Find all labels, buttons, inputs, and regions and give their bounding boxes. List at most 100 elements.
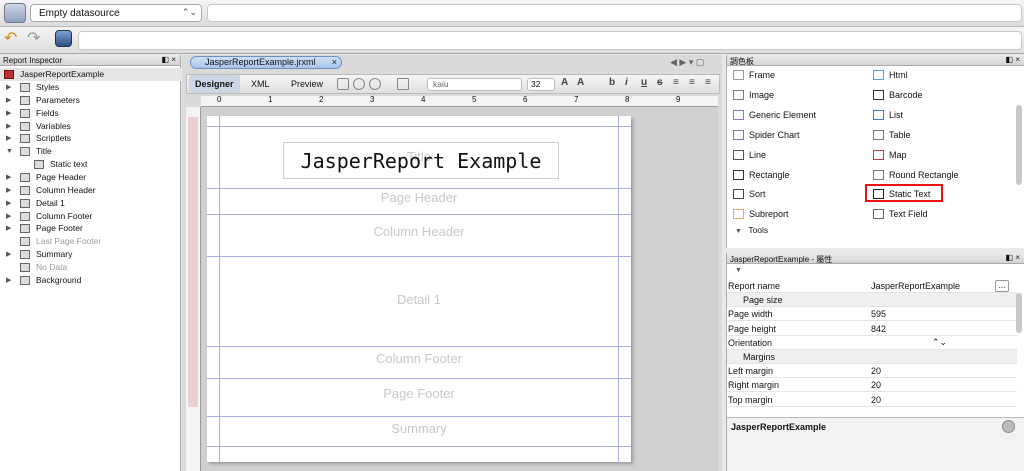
tree-item[interactable]: ▶ Column Header: [0, 184, 181, 197]
editor-tab[interactable]: JasperReportExample.jrxml ×: [190, 56, 342, 69]
tree-item[interactable]: ▶ Parameters: [0, 94, 181, 107]
tree-item[interactable]: ▶ Variables: [0, 120, 181, 133]
report-inspector-title: Report Inspector: [3, 56, 63, 65]
chevron-right-icon[interactable]: ▶: [6, 81, 11, 94]
tree-item[interactable]: ▶ Page Footer: [0, 222, 181, 235]
font-size-value: 32: [531, 79, 541, 89]
tree-item[interactable]: ▼ Title: [0, 145, 181, 158]
chevron-right-icon[interactable]: ▶: [6, 210, 11, 223]
align-right-icon[interactable]: ≡: [705, 77, 711, 88]
property-row[interactable]: Page height 842: [727, 322, 1017, 336]
chevron-right-icon[interactable]: ▶: [6, 274, 11, 287]
chevron-right-icon[interactable]: ▶: [6, 94, 11, 107]
properties-icon[interactable]: [397, 78, 409, 90]
italic-icon[interactable]: i: [625, 77, 628, 88]
tree-item[interactable]: ▶ Scriptlets: [0, 132, 181, 145]
tree-item[interactable]: ▶ Styles: [0, 81, 181, 94]
property-row[interactable]: Right margin 20: [727, 378, 1017, 393]
tab-xml[interactable]: XML: [245, 75, 276, 93]
chevron-right-icon[interactable]: ▶: [6, 197, 11, 210]
property-row[interactable]: Margins: [727, 350, 1017, 364]
tree-item[interactable]: No Data: [0, 261, 181, 274]
redo-icon[interactable]: ↷: [27, 30, 49, 50]
property-row[interactable]: Page size: [727, 293, 1017, 308]
band-label: Column Header: [373, 224, 465, 239]
band-divider[interactable]: [207, 416, 631, 417]
band-icon: [20, 198, 30, 208]
datasource-icon[interactable]: [4, 3, 26, 23]
palette-item-label: List: [889, 109, 904, 120]
property-row[interactable]: Page width 595: [727, 307, 1017, 322]
zoom-in-icon[interactable]: [353, 78, 365, 90]
tree-item[interactable]: ▶ Column Footer: [0, 210, 181, 223]
font-family-select[interactable]: kaiu: [427, 78, 522, 91]
band-divider[interactable]: [207, 378, 631, 379]
chevron-right-icon[interactable]: ▶: [6, 107, 11, 120]
properties-scrollbar[interactable]: [1016, 293, 1022, 333]
strikethrough-icon[interactable]: s: [657, 77, 663, 88]
horizontal-ruler: 0 1 2 3 4 5 6 7 8 9: [201, 95, 718, 107]
tree-item[interactable]: ▶ Page Header: [0, 171, 181, 184]
title-static-text[interactable]: JasperReport Example: [283, 142, 559, 179]
font-grow-icon[interactable]: A: [561, 77, 568, 88]
panel-controls[interactable]: ◧ ×: [162, 55, 176, 64]
datasource-select[interactable]: Empty datasource ⌃⌄: [30, 4, 202, 22]
tree-item-label: Page Footer: [36, 223, 83, 234]
property-row[interactable]: Report name JasperReportExample: [727, 279, 1017, 293]
tab-preview[interactable]: Preview: [285, 75, 329, 93]
selection-description: JasperReportExample: [727, 417, 1024, 435]
tree-item[interactable]: ▶ Detail 1: [0, 197, 181, 210]
band-divider[interactable]: [207, 188, 631, 189]
tab-nav-icons[interactable]: ◀ ▶ ▾ ▢: [670, 57, 720, 69]
property-row[interactable]: Top margin 20: [727, 393, 1017, 407]
properties-controls[interactable]: ◧ ×: [1006, 253, 1020, 262]
zoom-out-icon[interactable]: [369, 78, 381, 90]
underline-icon[interactable]: u: [641, 77, 647, 88]
tree-item[interactable]: Static text: [0, 158, 181, 171]
chevron-right-icon[interactable]: ▶: [6, 171, 11, 184]
align-left-icon[interactable]: ≡: [673, 77, 679, 88]
undo-icon[interactable]: ↶: [4, 30, 26, 50]
band-divider[interactable]: [207, 214, 631, 215]
tree-item[interactable]: ▶ Background: [0, 274, 181, 287]
chevron-down-icon[interactable]: ▼: [6, 145, 13, 158]
toolbar-empty-field: [207, 4, 1022, 22]
band-divider[interactable]: [207, 256, 631, 257]
palette-item-label: Barcode: [889, 89, 923, 100]
bold-icon[interactable]: b: [609, 77, 615, 88]
palette-item-icon: [733, 209, 744, 220]
align-center-icon[interactable]: ≡: [689, 77, 695, 88]
tools-section[interactable]: ▼ Tools: [735, 225, 768, 235]
font-shrink-icon[interactable]: A: [577, 77, 584, 88]
tree-root[interactable]: JasperReportExample: [0, 68, 181, 81]
chevron-right-icon[interactable]: ▶: [6, 120, 11, 133]
report-page[interactable]: Title Page Header Column Header Detail 1 Col…: [207, 116, 631, 462]
chevron-right-icon[interactable]: ▶: [6, 248, 11, 261]
chevron-right-icon[interactable]: ▶: [6, 222, 11, 235]
tree-item[interactable]: ▶ Fields: [0, 107, 181, 120]
band-label: Summary: [391, 421, 447, 436]
chevron-right-icon[interactable]: ▶: [6, 184, 11, 197]
vertical-ruler: [186, 107, 201, 471]
tab-designer[interactable]: Designer: [189, 75, 240, 93]
report-editor: JasperReportExample.jrxml × ◀ ▶ ▾ ▢ Desi…: [182, 55, 722, 471]
property-row[interactable]: Orientation: [727, 336, 1017, 350]
tree-item[interactable]: ▶ Summary: [0, 248, 181, 261]
ellipsis-button[interactable]: ...: [995, 280, 1009, 292]
band-divider[interactable]: [207, 446, 631, 447]
palette-controls[interactable]: ◧ ×: [1006, 55, 1020, 64]
save-icon[interactable]: [55, 30, 72, 47]
database-icon[interactable]: [337, 78, 349, 90]
font-size-select[interactable]: 32: [527, 78, 555, 91]
band-divider[interactable]: [207, 126, 631, 127]
chevron-right-icon[interactable]: ▶: [6, 132, 11, 145]
band-divider[interactable]: [207, 346, 631, 347]
chevron-down-icon[interactable]: ▼: [735, 267, 742, 274]
tree-item[interactable]: Last Page Footer: [0, 235, 181, 248]
property-row[interactable]: Left margin 20: [727, 364, 1017, 379]
palette-scrollbar[interactable]: [1016, 105, 1022, 185]
close-icon[interactable]: ×: [332, 57, 337, 68]
orientation-select[interactable]: ⌃⌄: [932, 337, 947, 348]
report-inspector-panel: Report Inspector ◧ × JasperReportExample…: [0, 55, 181, 471]
help-icon[interactable]: [1002, 420, 1015, 433]
